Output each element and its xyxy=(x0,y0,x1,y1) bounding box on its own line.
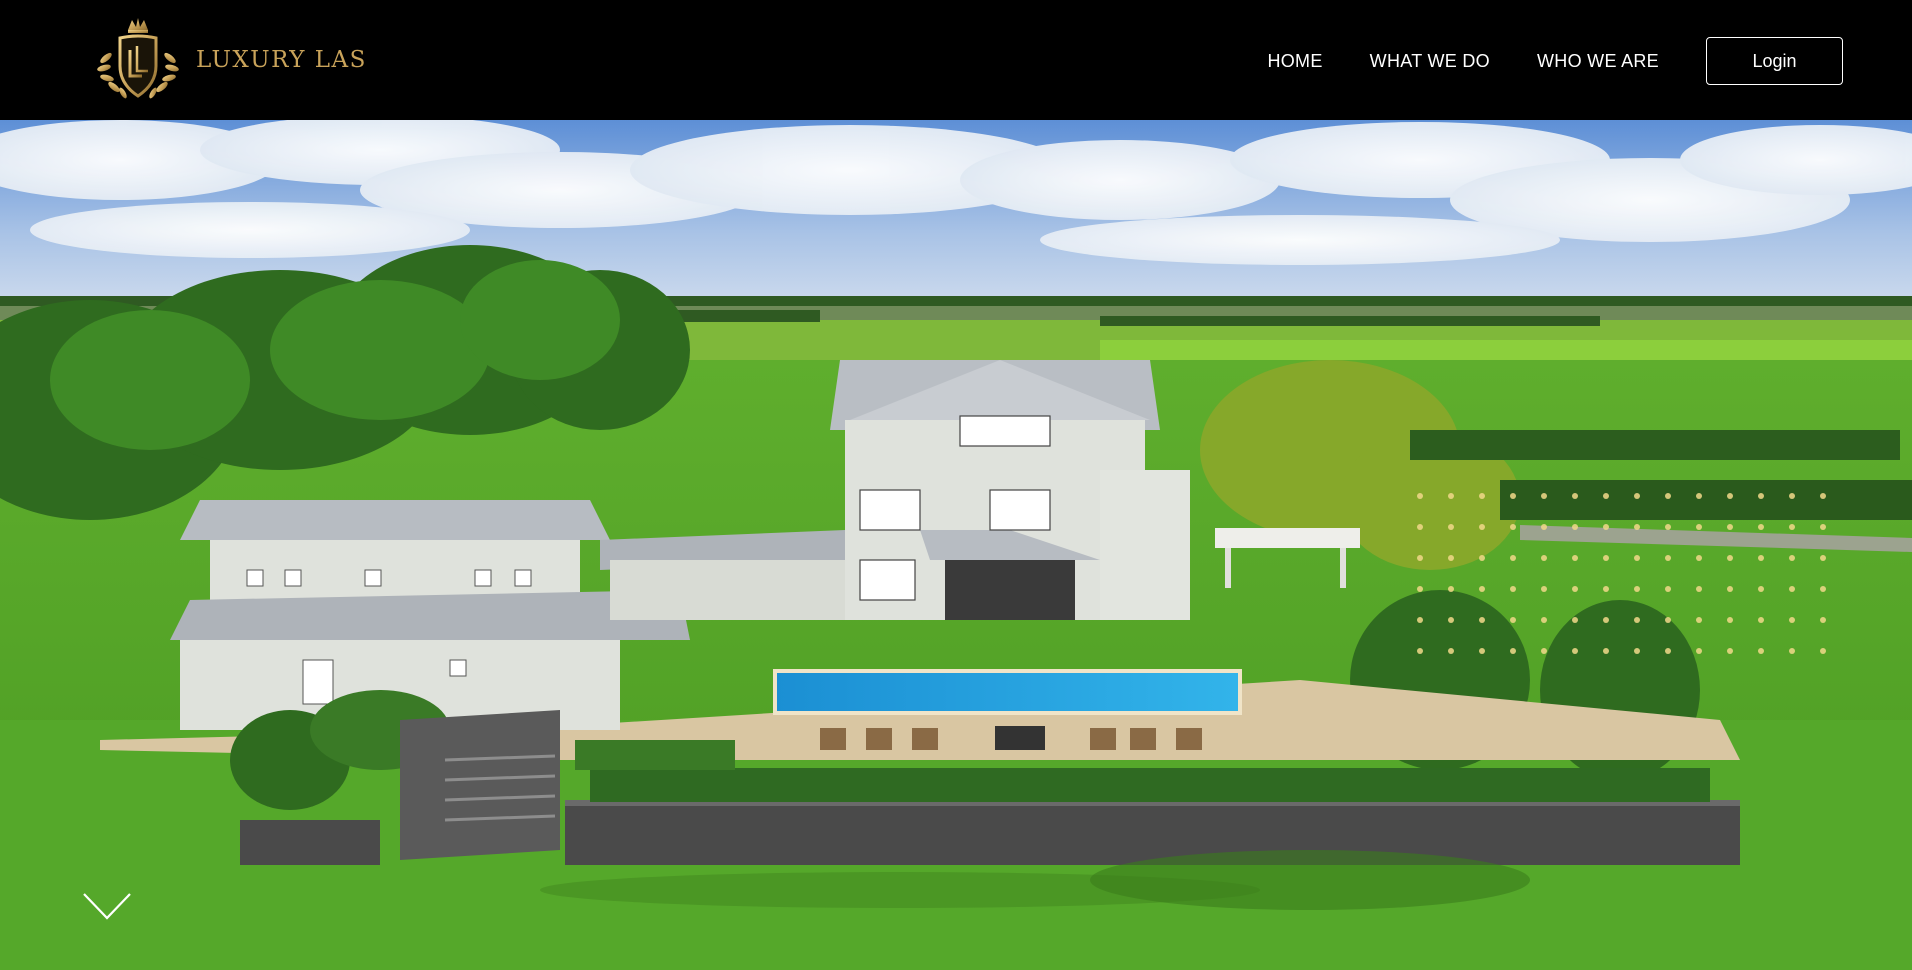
hero-image xyxy=(0,120,1912,970)
main-nav: HOME WHAT WE DO WHO WE ARE Login xyxy=(1267,37,1843,85)
hero-section xyxy=(0,120,1912,970)
nav-link-who-we-are[interactable]: WHO WE ARE xyxy=(1537,37,1659,85)
brand-home-link[interactable]: LUXURY LAS xyxy=(92,16,367,104)
nav-link-what-we-do[interactable]: WHAT WE DO xyxy=(1370,37,1490,85)
crest-crown-icon xyxy=(97,18,179,99)
chevron-down-icon[interactable] xyxy=(82,890,132,922)
site-header: LUXURY LAS HOME WHAT WE DO WHO WE ARE Lo… xyxy=(0,0,1912,120)
brand-name: LUXURY LAS xyxy=(196,46,367,73)
nav-link-home[interactable]: HOME xyxy=(1267,37,1322,85)
login-button[interactable]: Login xyxy=(1706,37,1843,85)
